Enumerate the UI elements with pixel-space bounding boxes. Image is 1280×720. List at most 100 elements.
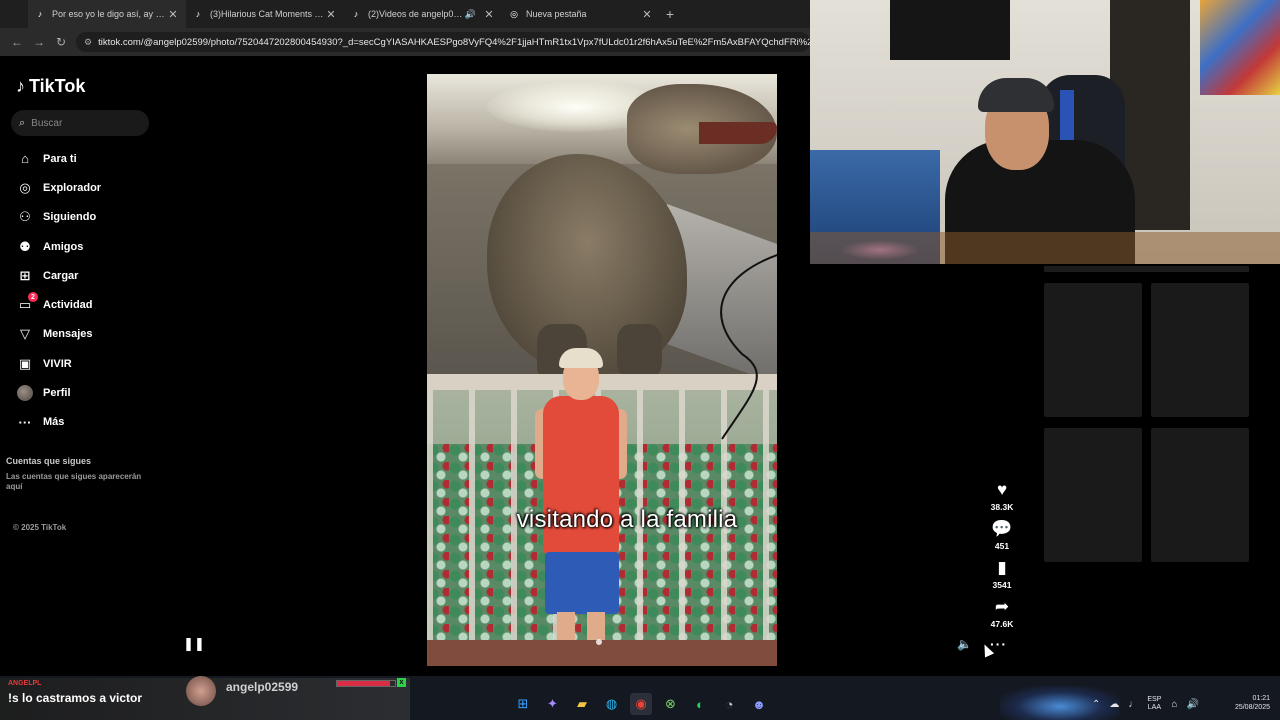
cloud-icon[interactable]: ☁	[1109, 699, 1119, 710]
copyright: © 2025 TikTok	[13, 523, 67, 532]
sidebar-item-mas[interactable]: ··· Más	[0, 408, 170, 437]
following-icon: ⚇	[19, 209, 31, 225]
language-indicator[interactable]: ESP LAA	[1147, 696, 1161, 712]
compass-icon: ◎	[19, 179, 31, 195]
tiktok-icon: ♪	[37, 9, 43, 19]
friends-icon: ⚉	[19, 238, 31, 254]
tiktok-sidebar: ♪ TikTok ⌕ ⌂ Para ti ◎ Explorador ⚇ Sigu…	[0, 56, 170, 676]
tab-title: Videos de angelp02 (@a	[379, 9, 465, 19]
obs-icon[interactable]: ◔	[719, 693, 741, 715]
tab-prefix: (3)	[210, 9, 221, 19]
action-column: ♥ 38.3K 💬 451 ▮ 3541 ➦ 47.6K	[982, 480, 1022, 636]
copilot-icon[interactable]: ✦	[542, 693, 564, 715]
close-icon[interactable]: ✕	[166, 8, 180, 21]
clock-time: 01:21	[1252, 695, 1270, 702]
clock[interactable]: 01:21 25/08/2025	[1220, 694, 1270, 712]
dinosaur-leg	[617, 324, 662, 379]
drawn-line	[720, 254, 777, 440]
sidebar-item-label: Cargar	[43, 269, 79, 282]
chrome-icon[interactable]: ◉	[630, 693, 652, 715]
close-icon[interactable]: ✕	[324, 8, 338, 21]
chat-username: ANGELPL	[8, 680, 42, 687]
site-info-icon[interactable]: ⚙	[84, 37, 92, 48]
speaker-icon[interactable]: 🔊	[1186, 699, 1198, 710]
browser-tab-2[interactable]: ♪ (3)Hilarious Cat Moments That ✕	[186, 0, 344, 28]
speaker-icon[interactable]: 🔊	[465, 9, 476, 20]
url-bar[interactable]: ⚙ tiktok.com/@angelp02599/photo/75204472…	[76, 32, 810, 52]
tab-title: Por eso yo le digo así, ay güerit	[52, 9, 166, 19]
search-input[interactable]	[31, 117, 132, 129]
sidebar-item-label: Mensajes	[43, 328, 93, 341]
lang-bottom: LAA	[1147, 704, 1162, 711]
sidebar-item-siguiendo[interactable]: ⚇ Siguiendo	[0, 203, 170, 232]
skeleton-thumbnail	[1044, 283, 1142, 417]
search-icon: ⌕	[19, 116, 26, 129]
sidebar-item-actividad[interactable]: ▭ 2 Actividad	[0, 290, 170, 319]
following-section: Cuentas que sigues Las cuentas que sigue…	[6, 456, 156, 492]
health-bar-fill	[337, 681, 391, 686]
mic-icon[interactable]: ♩	[1128, 699, 1138, 710]
sidebar-item-label: Perfil	[43, 387, 71, 400]
like-button[interactable]: ♥ 38.3K	[982, 480, 1022, 519]
discord-icon[interactable]: ☻	[748, 693, 770, 715]
tiktok-logo[interactable]: ♪ TikTok	[16, 76, 85, 97]
reload-icon[interactable]: ↻	[50, 31, 72, 53]
sidebar-item-cargar[interactable]: ⊞ Cargar	[0, 261, 170, 290]
live-icon: ▣	[18, 355, 32, 371]
person-legs	[557, 612, 607, 640]
sidebar-item-explorador[interactable]: ◎ Explorador	[0, 173, 170, 202]
logo-text: TikTok	[29, 76, 86, 96]
person-shorts	[545, 552, 619, 614]
browser-tab-4[interactable]: ◎ Nueva pestaña ✕	[502, 0, 660, 28]
share-count: 47.6K	[990, 619, 1014, 629]
sidebar-item-perfil[interactable]: Perfil	[0, 378, 170, 407]
sidebar-item-label: Actividad	[43, 299, 93, 312]
bookmark-icon: ▮	[997, 558, 1007, 577]
pause-icon[interactable]: ❚❚	[183, 636, 205, 652]
dinosaur-mouth	[699, 122, 777, 144]
heart-icon: ♥	[996, 480, 1008, 499]
sidebar-item-label: Explorador	[43, 181, 102, 194]
chevron-up-icon[interactable]: ⌃	[1092, 699, 1100, 710]
network-icon[interactable]: ⌂	[1171, 699, 1177, 710]
tiktok-icon: ♪	[195, 9, 201, 19]
skeleton-thumbnail	[1151, 428, 1249, 562]
new-tab-button[interactable]: +	[660, 6, 680, 22]
tab-title: Hilarious Cat Moments That	[221, 9, 324, 19]
save-button[interactable]: ▮ 3541	[982, 558, 1022, 597]
sidebar-item-para-ti[interactable]: ⌂ Para ti	[0, 144, 170, 173]
upload-icon: ⊞	[19, 267, 31, 283]
search-box[interactable]: ⌕	[11, 110, 149, 136]
edge-icon[interactable]: ◍	[601, 693, 623, 715]
forward-arrow-icon[interactable]: →	[28, 31, 50, 53]
skeleton-strip	[1044, 266, 1249, 272]
tab-title: Nueva pestaña	[526, 9, 587, 19]
tiktok-icon: ♪	[353, 9, 359, 19]
carousel-dot[interactable]	[596, 639, 602, 645]
sidebar-item-vivir[interactable]: ▣ VIVIR	[0, 349, 170, 378]
spotify-icon[interactable]: ◐	[689, 693, 711, 715]
close-icon[interactable]: ✕	[640, 8, 654, 21]
chrome-icon: ◎	[510, 8, 518, 19]
avatar	[186, 676, 216, 706]
health-bar	[336, 680, 396, 687]
lang-top: ESP	[1147, 696, 1162, 703]
photo-video-player[interactable]	[427, 74, 777, 666]
browser-tab-3[interactable]: ♪ (2)Videos de angelp02 (@a 🔊 ✕	[344, 0, 502, 28]
close-icon[interactable]: ✕	[482, 8, 496, 21]
clock-date: 25/08/2025	[1234, 704, 1270, 711]
screen: ♪ Por eso yo le digo así, ay güerit ✕ ♪ …	[0, 0, 1280, 720]
volume-icon[interactable]: 🔈	[957, 637, 972, 651]
like-count: 38.3K	[990, 502, 1014, 512]
share-button[interactable]: ➦ 47.6K	[982, 597, 1022, 636]
xbox-icon[interactable]: ⊗	[660, 693, 682, 715]
home-icon: ⌂	[21, 151, 29, 167]
sidebar-item-amigos[interactable]: ⚉ Amigos	[0, 232, 170, 261]
back-arrow-icon[interactable]: ←	[6, 31, 28, 53]
browser-tab-1[interactable]: ♪ Por eso yo le digo así, ay güerit ✕	[28, 0, 186, 28]
sidebar-item-mensajes[interactable]: ▽ Mensajes	[0, 320, 170, 349]
file-explorer-icon[interactable]: ▰	[571, 693, 593, 715]
windows-start-icon[interactable]: ⊞	[512, 693, 534, 715]
webcam-overlay	[810, 0, 1280, 264]
comment-button[interactable]: 💬 451	[982, 519, 1022, 558]
